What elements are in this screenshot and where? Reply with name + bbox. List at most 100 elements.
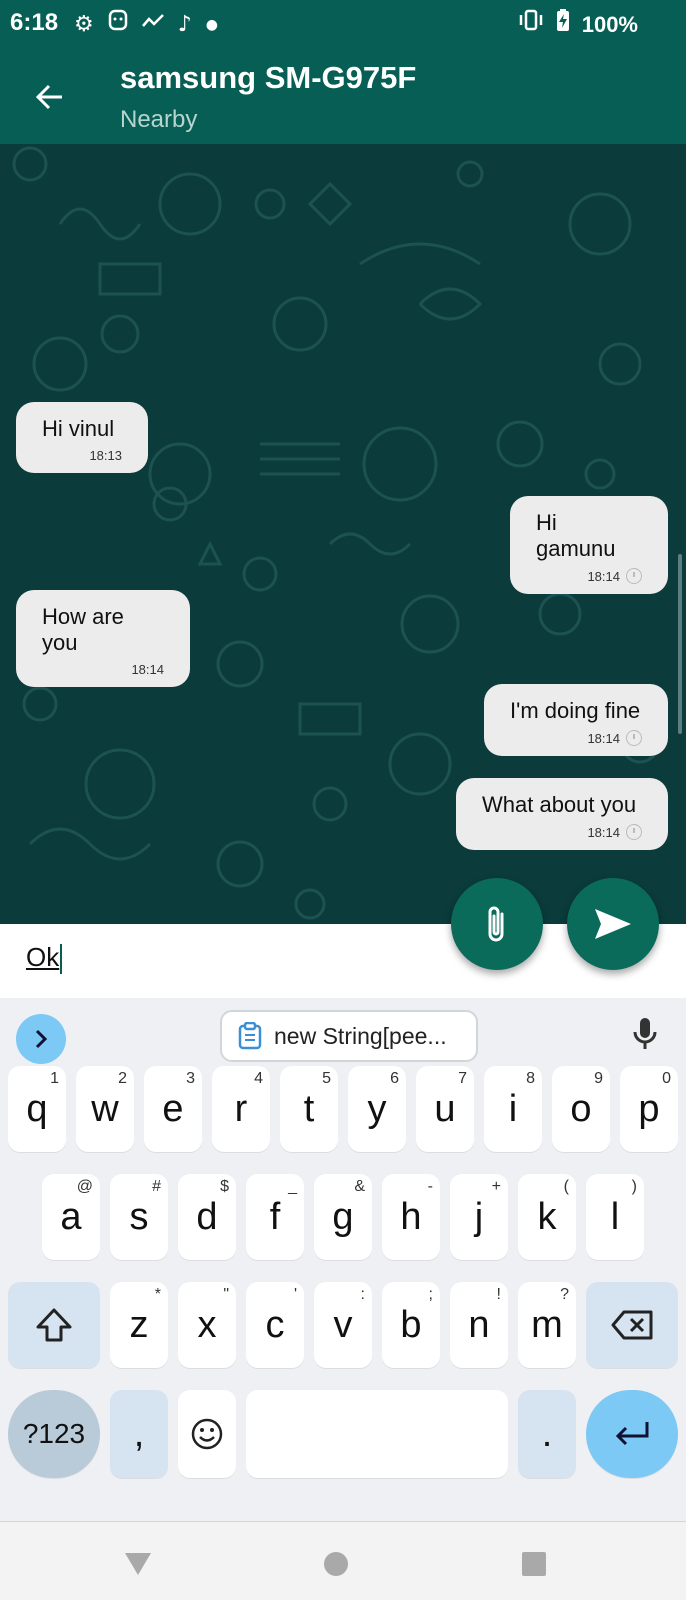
- backspace-key[interactable]: [586, 1282, 678, 1368]
- key-hint: (: [563, 1178, 569, 1195]
- message-text: What about you: [482, 792, 637, 817]
- space-key[interactable]: [246, 1390, 508, 1478]
- key-label: a: [60, 1195, 82, 1238]
- key-hint: #: [152, 1178, 161, 1195]
- key-hint: !: [496, 1286, 501, 1303]
- key-b[interactable]: b;: [382, 1282, 440, 1368]
- key-g[interactable]: g &: [314, 1174, 372, 1260]
- message-bubble-incoming[interactable]: Hi vinul 18:13: [16, 402, 148, 473]
- message-input[interactable]: Ok: [26, 942, 63, 975]
- chat-area[interactable]: Hi vinul 18:13 Hi gamunu 18:14 How are y…: [0, 144, 686, 924]
- message-text: Hi vinul: [42, 416, 115, 441]
- clipboard-suggestion-chip[interactable]: new String[pee...: [220, 1010, 478, 1062]
- message-time: 18:14: [587, 824, 620, 840]
- send-icon: [595, 909, 631, 939]
- activity-icon: [141, 10, 164, 40]
- key-d[interactable]: d $: [178, 1174, 236, 1260]
- keyboard-toolbar-expand-button[interactable]: [16, 1014, 66, 1064]
- send-button[interactable]: [567, 878, 659, 970]
- key-x[interactable]: x ": [178, 1282, 236, 1368]
- key-hint: *: [154, 1286, 161, 1303]
- key-s[interactable]: s #: [110, 1174, 168, 1260]
- key-hint: +: [491, 1178, 501, 1195]
- key-hint: 2: [118, 1070, 127, 1087]
- message-bubble-incoming[interactable]: How are you 18:14: [16, 590, 190, 687]
- enter-key[interactable]: [586, 1390, 678, 1478]
- key-u[interactable]: u7: [416, 1066, 474, 1152]
- back-button[interactable]: [24, 72, 74, 122]
- key-w[interactable]: w2: [76, 1066, 134, 1152]
- key-i[interactable]: i8: [484, 1066, 542, 1152]
- shift-key[interactable]: [8, 1282, 100, 1368]
- key-h[interactable]: h-: [382, 1174, 440, 1260]
- key-y[interactable]: y6: [348, 1066, 406, 1152]
- chat-title: samsung SM-G975F: [120, 60, 417, 95]
- key-m[interactable]: m?: [518, 1282, 576, 1368]
- key-q[interactable]: q1: [8, 1066, 66, 1152]
- message-bubble-outgoing[interactable]: What about you 18:14: [456, 778, 668, 850]
- key-hint: 3: [186, 1070, 195, 1087]
- dot-icon: ●: [205, 16, 218, 33]
- key-label: e: [162, 1087, 184, 1130]
- key-label: k: [537, 1195, 557, 1238]
- nav-back-button[interactable]: [118, 1544, 158, 1584]
- key-o[interactable]: o9: [552, 1066, 610, 1152]
- key-n[interactable]: n!: [450, 1282, 508, 1368]
- key-label: ?123: [22, 1418, 86, 1449]
- key-label: t: [303, 1087, 315, 1130]
- key-hint: 7: [458, 1070, 467, 1087]
- key-v[interactable]: v:: [314, 1282, 372, 1368]
- key-hint: @: [76, 1178, 93, 1195]
- key-hint: $: [220, 1178, 229, 1195]
- key-f[interactable]: f _: [246, 1174, 304, 1260]
- text-caret: [60, 944, 63, 975]
- system-nav-bar: [0, 1521, 686, 1600]
- keyboard: new String[pee... q1 w2 e3 r4 t5 y6 u7 i…: [0, 998, 686, 1521]
- battery-percent: 100%: [581, 11, 638, 37]
- status-time: 6:18: [10, 9, 59, 36]
- key-l[interactable]: l): [586, 1174, 644, 1260]
- key-p[interactable]: p0: [620, 1066, 678, 1152]
- app-bar: samsung SM-G975F Nearby: [0, 50, 686, 144]
- key-c[interactable]: c ': [246, 1282, 304, 1368]
- key-k[interactable]: k(: [518, 1174, 576, 1260]
- status-icons-right: 100%: [518, 8, 638, 41]
- key-label: y: [367, 1087, 387, 1130]
- chevron-right-icon: [35, 1029, 48, 1049]
- key-label: p: [638, 1087, 660, 1130]
- message-bubble-outgoing[interactable]: Hi gamunu 18:14: [510, 496, 668, 594]
- period-key[interactable]: .: [518, 1390, 576, 1478]
- comma-key[interactable]: ,: [110, 1390, 168, 1478]
- message-time: 18:14: [131, 662, 164, 677]
- emoji-key[interactable]: [178, 1390, 236, 1478]
- attach-button[interactable]: [451, 878, 543, 970]
- message-text: Hi gamunu: [536, 510, 616, 561]
- key-hint: &: [354, 1178, 365, 1195]
- clock-icon: [626, 824, 642, 840]
- music-note-icon: ♪: [177, 11, 192, 37]
- triangle-down-icon: [125, 1553, 151, 1575]
- key-label: .: [541, 1412, 553, 1455]
- key-label: w: [91, 1087, 119, 1130]
- key-label: i: [508, 1087, 518, 1130]
- nav-home-button[interactable]: [316, 1544, 356, 1584]
- key-e[interactable]: e3: [144, 1066, 202, 1152]
- key-t[interactable]: t5: [280, 1066, 338, 1152]
- key-j[interactable]: j +: [450, 1174, 508, 1260]
- key-z[interactable]: z *: [110, 1282, 168, 1368]
- voice-input-button[interactable]: [632, 1016, 658, 1056]
- message-bubble-outgoing[interactable]: I'm doing fine 18:14: [484, 684, 668, 756]
- message-input-value: Ok: [26, 942, 60, 972]
- key-label: f: [269, 1195, 281, 1238]
- shift-arrow-icon: [36, 1308, 72, 1342]
- key-label: o: [570, 1087, 592, 1130]
- clock-icon: [626, 568, 642, 584]
- key-label: j: [474, 1195, 484, 1238]
- key-a[interactable]: a @: [42, 1174, 100, 1260]
- chat-scrollbar[interactable]: [678, 554, 682, 734]
- square-icon: [522, 1552, 546, 1576]
- circle-icon: [324, 1552, 348, 1576]
- key-r[interactable]: r4: [212, 1066, 270, 1152]
- nav-recents-button[interactable]: [514, 1544, 554, 1584]
- symbols-key[interactable]: ?123: [8, 1390, 100, 1478]
